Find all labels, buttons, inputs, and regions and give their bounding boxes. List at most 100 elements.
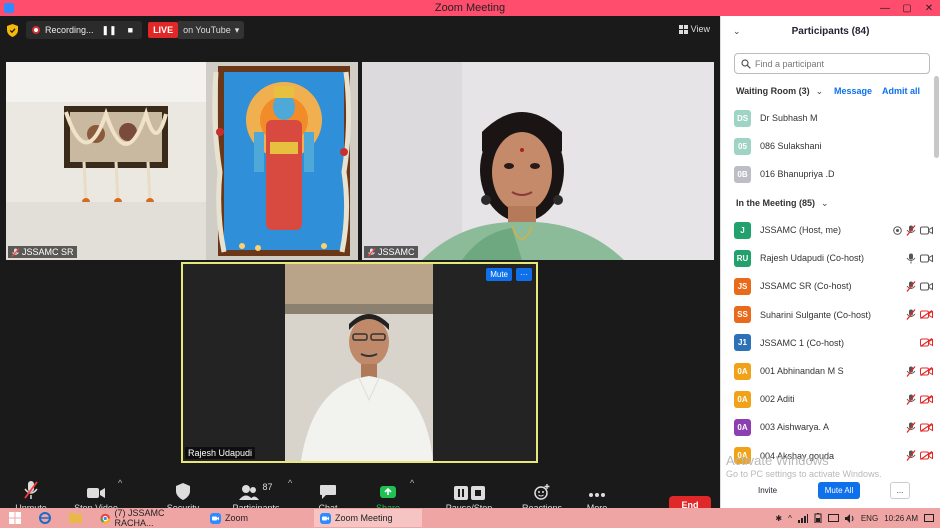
view-label: View: [690, 24, 710, 34]
zoom-icon: [210, 512, 221, 524]
video-participant-name: Rajesh Udapudi: [188, 448, 253, 458]
active-speaker-tile[interactable]: Mute ··· Rajesh Udapudi: [181, 262, 538, 463]
meeting-participant[interactable]: 0A 002 Aditi: [721, 388, 933, 410]
chevron-down-icon[interactable]: ⌄: [821, 198, 829, 209]
mic-muted-icon: [906, 224, 916, 236]
mic-muted-icon: [906, 309, 916, 320]
video-feed: [183, 264, 536, 461]
signal-icon[interactable]: [797, 513, 808, 523]
taskbar-item[interactable]: Zoom Meeting: [314, 509, 422, 527]
mic-muted-icon: [24, 481, 38, 499]
livestream-label: on YouTube: [183, 25, 231, 35]
video-tile[interactable]: JSSAMC SR: [6, 62, 358, 260]
screen-icon[interactable]: [827, 513, 839, 523]
volume-icon[interactable]: [844, 513, 855, 523]
video-options-caret[interactable]: ^: [118, 478, 122, 488]
file-explorer-icon[interactable]: [69, 512, 82, 523]
video-feed: [6, 62, 358, 260]
internet-explorer-icon[interactable]: [39, 512, 51, 524]
chrome-icon: [100, 513, 111, 523]
camera-icon: [920, 226, 933, 234]
participant-name: 003 Aishwarya. A: [760, 422, 830, 433]
grid-icon: [678, 24, 688, 34]
camera-icon: [920, 282, 933, 291]
admit-all-button[interactable]: Admit all: [882, 86, 920, 96]
meeting-participant[interactable]: SS Suharini Sulgante (Co-host): [721, 304, 933, 326]
video-name-tag: JSSAMC: [364, 246, 418, 258]
live-badge: LIVE: [148, 22, 179, 38]
video-tile[interactable]: JSSAMC: [362, 62, 714, 260]
pause-recording-button[interactable]: ❚❚: [99, 25, 120, 36]
language-indicator[interactable]: ENG: [861, 514, 878, 523]
taskbar-item-label: Zoom Meeting: [335, 513, 393, 523]
meeting-topbar: Recording... ❚❚ ■ LIVE on YouTube ▾ View: [0, 16, 720, 44]
video-feed: [362, 62, 714, 260]
livestream-dropdown[interactable]: on YouTube ▾: [178, 21, 245, 39]
shield-icon[interactable]: [7, 23, 18, 37]
participant-name: 002 Aditi: [760, 394, 795, 405]
collapse-panel-icon[interactable]: ⌄: [733, 26, 741, 37]
meeting-participant[interactable]: J1 JSSAMC 1 (Co-host): [721, 332, 933, 354]
waiting-room-participant[interactable]: 05 086 Sulakshani: [721, 135, 933, 157]
chevron-down-icon[interactable]: ⌄: [816, 86, 824, 97]
taskbar-item[interactable]: (7) JSSAMC RACHA...: [94, 508, 202, 528]
taskbar-item-label: Zoom: [225, 513, 249, 523]
window-controls: — ▢ ✕: [874, 0, 940, 16]
avatar: J1: [734, 334, 751, 352]
participant-status-icons: [906, 393, 933, 405]
taskbar-item[interactable]: Zoom: [204, 509, 312, 527]
meeting-participant[interactable]: JS JSSAMC SR (Co-host): [721, 275, 933, 297]
mic-muted-icon: [906, 393, 916, 405]
stop-recording-button[interactable]: ■: [125, 25, 136, 35]
camera-off-icon: [920, 310, 933, 320]
more-options-button[interactable]: ···: [516, 268, 532, 281]
avatar: 0A: [734, 390, 751, 408]
battery-icon[interactable]: [814, 513, 822, 523]
camera-off-icon: [920, 394, 933, 404]
panel-header: ⌄ Participants (84): [721, 16, 940, 46]
invite-button[interactable]: Invite: [751, 482, 784, 499]
panel-more-button[interactable]: ...: [890, 482, 910, 499]
participant-status-icons: [906, 421, 933, 433]
chat-icon: [320, 485, 336, 499]
mic-muted-icon: [367, 247, 376, 257]
camera-off-icon: [920, 451, 933, 461]
share-options-caret[interactable]: ^: [410, 478, 414, 488]
mute-participant-button[interactable]: Mute: [486, 268, 512, 281]
clock[interactable]: 10:26 AM: [884, 514, 918, 523]
panel-scrollbar[interactable]: [934, 76, 939, 158]
maximize-button[interactable]: ▢: [896, 0, 918, 16]
meeting-participant[interactable]: J JSSAMC (Host, me): [721, 219, 933, 241]
in-meeting-header: In the Meeting (85) ⌄: [721, 194, 940, 212]
bluetooth-icon[interactable]: ✱: [775, 514, 782, 523]
meeting-participant[interactable]: 0A 001 Abhinandan M S: [721, 360, 933, 382]
participant-search-input[interactable]: Find a participant: [734, 53, 930, 74]
zoom-icon: [320, 512, 331, 524]
emoji-icon: [534, 484, 550, 500]
mic-muted-icon: [906, 421, 916, 433]
meeting-participant[interactable]: 0A 003 Aishwarya. A: [721, 416, 933, 438]
video-participant-name: JSSAMC SR: [22, 247, 74, 257]
view-button[interactable]: View: [678, 24, 710, 34]
waiting-room-participant[interactable]: DS Dr Subhash M: [721, 107, 933, 129]
close-button[interactable]: ✕: [918, 0, 940, 16]
participant-status-icons: [920, 338, 933, 348]
message-waiting-room-button[interactable]: Message: [834, 86, 872, 96]
mute-all-button[interactable]: Mute All: [818, 482, 860, 499]
meeting-participant[interactable]: RU Rajesh Udapudi (Co-host): [721, 247, 933, 269]
waiting-room-participant[interactable]: 0B 016 Bhanupriya .D: [721, 163, 933, 185]
notifications-icon[interactable]: [924, 513, 934, 523]
windows-start-icon[interactable]: [9, 512, 21, 524]
shield-icon: [176, 483, 190, 500]
avatar: 0B: [734, 165, 751, 183]
participant-name: JSSAMC (Host, me): [760, 225, 842, 235]
participants-options-caret[interactable]: ^: [288, 478, 292, 488]
participant-name: 001 Abhinandan M S: [760, 366, 844, 376]
participant-status-icons: [906, 309, 933, 320]
screen-share-status-icon: [893, 225, 902, 235]
waiting-room-title: Waiting Room (3): [736, 86, 810, 96]
participants-panel: ⌄ Participants (84) Find a participant W…: [720, 16, 940, 508]
minimize-button[interactable]: —: [874, 0, 896, 16]
show-hidden-icons-button[interactable]: ^: [788, 514, 792, 523]
participant-name: 086 Sulakshani: [760, 141, 822, 151]
